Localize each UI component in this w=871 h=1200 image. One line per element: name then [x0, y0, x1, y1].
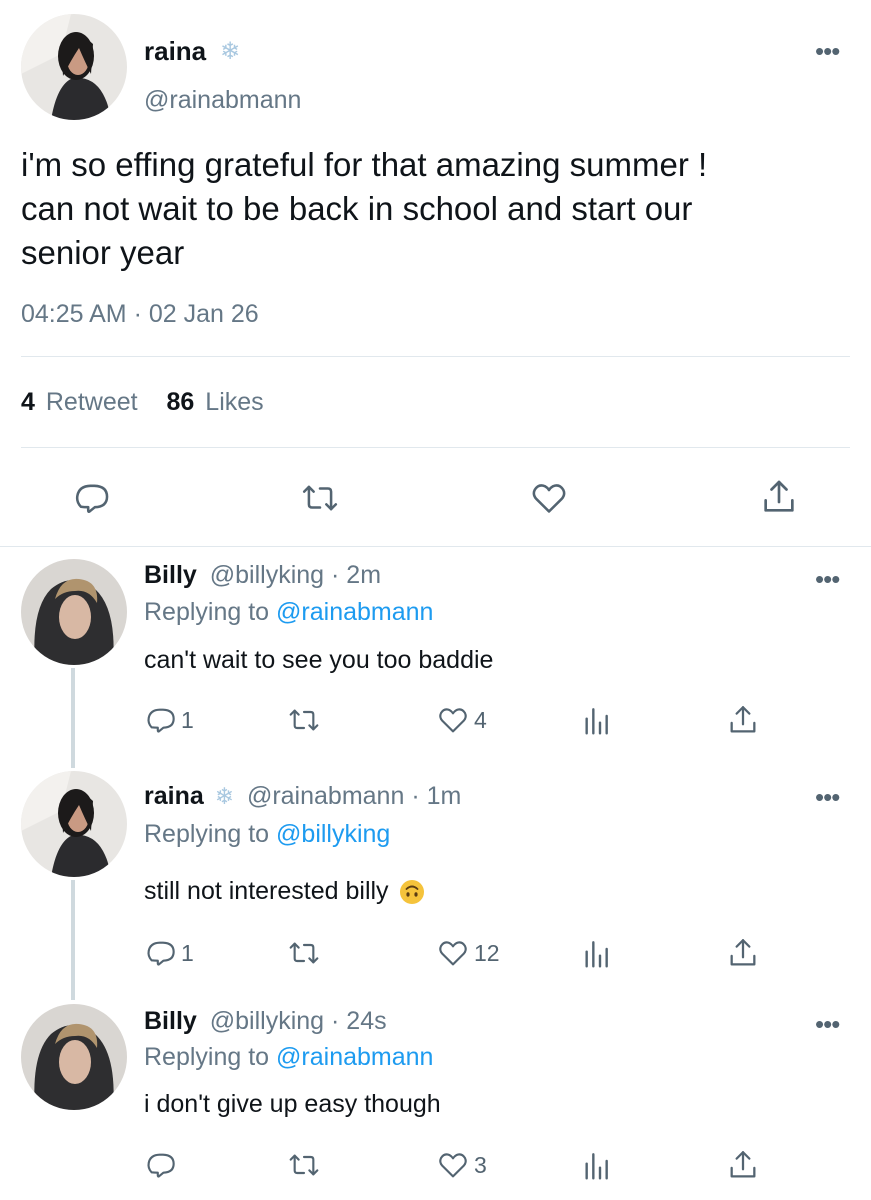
divider [21, 447, 850, 448]
likes-label[interactable]: Likes [205, 388, 263, 416]
reply-count: 1 [181, 939, 194, 966]
replying-to: Replying to @rainabmann [144, 598, 433, 627]
like-count: 12 [474, 939, 500, 966]
author-name[interactable]: Billy [144, 561, 197, 589]
tweet-text-line: can not wait to be back in school and st… [21, 190, 693, 227]
like-button[interactable]: 3 [436, 1149, 487, 1181]
reply-header: raina ❄ @rainabmann · 1m [144, 782, 461, 811]
author-name[interactable]: raina [144, 36, 206, 67]
replying-to-handle[interactable]: @rainabmann [276, 598, 433, 626]
share-icon[interactable] [726, 936, 760, 970]
reply-time[interactable]: · 2m [331, 561, 381, 589]
thread-line [71, 668, 75, 768]
replying-to-label: Replying to [144, 1043, 270, 1071]
share-icon[interactable] [759, 477, 799, 517]
retweet-label[interactable]: Retweet [46, 388, 138, 416]
share-icon[interactable] [726, 1148, 760, 1182]
analytics-icon[interactable] [582, 937, 610, 969]
replying-to-handle[interactable]: @rainabmann [276, 1043, 433, 1071]
reply-time[interactable]: · 24s [331, 1007, 387, 1035]
reply-text: can't wait to see you too baddie [144, 646, 494, 674]
reply-time[interactable]: · 1m [411, 782, 461, 810]
like-icon [439, 1153, 467, 1178]
like-count: 4 [474, 706, 487, 733]
replying-to: Replying to @billyking [144, 820, 390, 849]
avatar[interactable] [21, 559, 127, 665]
snowflake-icon: ❄ [220, 38, 241, 65]
retweet-icon[interactable] [287, 704, 321, 736]
like-button[interactable]: 4 [436, 704, 487, 736]
author-name[interactable]: Billy [144, 1007, 197, 1035]
reply-button[interactable] [145, 1149, 181, 1181]
reply-icon [147, 708, 175, 733]
reply-icon[interactable] [73, 479, 111, 517]
divider [0, 546, 871, 547]
snowflake-icon: ❄ [214, 783, 234, 809]
author-handle[interactable]: @rainabmann [144, 86, 301, 115]
replying-to-handle[interactable]: @billyking [276, 820, 390, 848]
analytics-icon[interactable] [582, 704, 610, 736]
divider [21, 356, 850, 357]
like-icon [439, 941, 467, 966]
thread-line [71, 880, 75, 1000]
replying-to: Replying to @rainabmann [144, 1043, 433, 1072]
avatar[interactable] [21, 14, 127, 120]
author-handle[interactable]: @billyking [210, 561, 324, 589]
replying-to-label: Replying to [144, 820, 270, 848]
reply-button[interactable]: 1 [145, 704, 194, 736]
more-options-icon[interactable]: ••• [815, 1011, 840, 1037]
share-icon[interactable] [726, 703, 760, 737]
reply-count: 1 [181, 706, 194, 733]
retweet-count[interactable]: 4 [21, 388, 35, 416]
reply-header: Billy @billyking · 2m [144, 561, 381, 590]
reply-icon [147, 941, 175, 966]
avatar[interactable] [21, 1004, 127, 1110]
retweet-icon[interactable] [287, 1149, 321, 1181]
tweet-text: i'm so effing grateful for that amazing … [21, 143, 707, 275]
like-icon [439, 708, 467, 733]
more-options-icon[interactable]: ••• [815, 784, 840, 810]
tweet-text-line: senior year [21, 234, 185, 271]
retweet-icon[interactable] [300, 479, 340, 517]
more-options-icon[interactable]: ••• [815, 566, 840, 592]
like-button[interactable]: 12 [436, 937, 500, 969]
reply-icon [147, 1153, 175, 1178]
retweet-icon[interactable] [287, 937, 321, 969]
reply-text-row: still not interested billy [144, 877, 425, 906]
author-name[interactable]: raina [144, 782, 204, 810]
reply-text: still not interested billy [144, 877, 389, 905]
avatar[interactable] [21, 771, 127, 877]
reply-button[interactable]: 1 [145, 937, 194, 969]
likes-count[interactable]: 86 [167, 388, 195, 416]
analytics-icon[interactable] [582, 1149, 610, 1181]
author-handle[interactable]: @billyking [210, 1007, 324, 1035]
replying-to-label: Replying to [144, 598, 270, 626]
reply-text: i don't give up easy though [144, 1090, 441, 1118]
engagement-stats: 4 Retweet 86 Likes [21, 388, 264, 417]
more-options-icon[interactable]: ••• [815, 38, 840, 64]
like-count: 3 [474, 1151, 487, 1178]
tweet-timestamp[interactable]: 04:25 AM · 02 Jan 26 [21, 300, 259, 329]
author-handle[interactable]: @rainabmann [247, 782, 404, 810]
tweet-text-line: i'm so effing grateful for that amazing … [21, 146, 708, 183]
reply-header: Billy @billyking · 24s [144, 1007, 387, 1036]
upside-down-face-emoji-icon [399, 879, 424, 904]
like-icon[interactable] [529, 479, 569, 517]
